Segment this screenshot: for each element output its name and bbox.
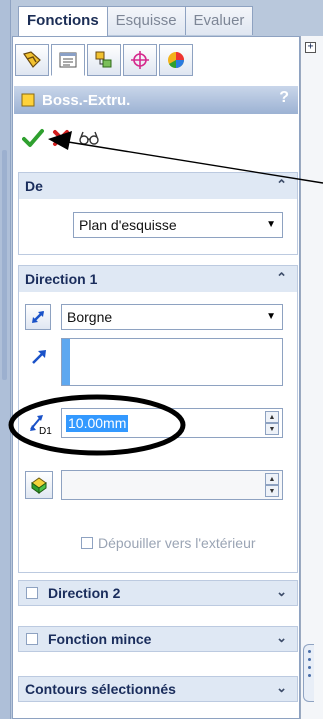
group-direction1-body: Borgne ▼ D1 10.00mm ▲ ▼ ▲ ▼ Dépouiller v… bbox=[19, 292, 297, 572]
group-direction2-title: Direction 2 bbox=[48, 585, 121, 601]
direction-selection-box[interactable] bbox=[61, 338, 283, 386]
depth-icon: D1 bbox=[27, 409, 55, 439]
group-direction1-header[interactable]: Direction 1 ⌃ bbox=[19, 266, 297, 292]
boss-extrude-icon bbox=[21, 93, 35, 107]
display-manager-icon bbox=[168, 52, 184, 69]
tab-evaluer[interactable]: Evaluer bbox=[184, 6, 254, 35]
expand-chevron-icon[interactable]: ⌄ bbox=[276, 584, 287, 600]
feature-manager-tab[interactable] bbox=[15, 44, 49, 76]
feature-manager-icon bbox=[23, 51, 41, 68]
ok-check-icon[interactable] bbox=[22, 128, 44, 148]
draft-toggle-button[interactable] bbox=[25, 471, 53, 499]
feature-title-bar: Boss.-Extru. ? bbox=[14, 86, 298, 114]
graphics-area-edge: + bbox=[300, 36, 323, 719]
draft-outward-label: Dépouiller vers l'extérieur bbox=[98, 535, 256, 551]
group-from-title: De bbox=[25, 178, 43, 194]
end-condition-value: Borgne bbox=[67, 309, 113, 325]
confirm-row bbox=[22, 128, 100, 148]
cancel-x-icon[interactable] bbox=[52, 129, 70, 147]
draft-spin-up[interactable]: ▲ bbox=[265, 473, 279, 485]
tab-esquisse[interactable]: Esquisse bbox=[106, 6, 186, 35]
property-manager-icon bbox=[59, 52, 77, 68]
reverse-direction-button[interactable] bbox=[25, 304, 51, 330]
expand-chevron-icon[interactable]: ⌄ bbox=[276, 680, 287, 696]
dropdown-arrow-icon: ▼ bbox=[266, 219, 276, 230]
group-direction2[interactable]: Direction 2 ⌄ bbox=[18, 580, 298, 606]
display-manager-tab[interactable] bbox=[159, 44, 193, 76]
left-scroll-strip[interactable] bbox=[0, 0, 11, 719]
feature-title: Boss.-Extru. bbox=[42, 91, 131, 109]
dimxpert-icon bbox=[131, 51, 149, 69]
collapse-chevron-icon[interactable]: ⌃ bbox=[276, 177, 287, 193]
thin-feature-checkbox[interactable] bbox=[26, 633, 38, 645]
end-condition-select[interactable]: Borgne ▼ bbox=[61, 304, 283, 330]
depth-input[interactable]: 10.00mm ▲ ▼ bbox=[61, 408, 283, 438]
property-manager-tab[interactable] bbox=[51, 44, 85, 76]
draft-spin-down[interactable]: ▼ bbox=[265, 485, 279, 497]
group-direction1: Direction 1 ⌃ Borgne ▼ D1 10.00mm ▲ ▼ ▲ … bbox=[18, 265, 298, 573]
configuration-manager-icon bbox=[95, 51, 112, 68]
from-select-value: Plan d'esquisse bbox=[79, 217, 177, 233]
draft-icon bbox=[31, 477, 47, 494]
manager-tabs bbox=[15, 44, 193, 76]
left-strip-thumb[interactable] bbox=[2, 150, 7, 380]
panel-splitter-grip[interactable] bbox=[303, 644, 314, 702]
reverse-direction-icon bbox=[32, 311, 44, 323]
depth-spin-up[interactable]: ▲ bbox=[265, 411, 279, 423]
tab-fonctions[interactable]: Fonctions bbox=[18, 6, 108, 36]
selection-highlight-bar bbox=[62, 339, 70, 385]
dimxpert-tab[interactable] bbox=[123, 44, 157, 76]
depth-value: 10.00mm bbox=[66, 415, 129, 432]
group-from: De ⌃ Plan d'esquisse ▼ bbox=[18, 172, 298, 255]
direction-arrow-icon bbox=[32, 350, 46, 364]
group-selected-contours-title: Contours sélectionnés bbox=[25, 681, 176, 697]
expand-tree-button[interactable]: + bbox=[305, 42, 316, 53]
depth-spin-down[interactable]: ▼ bbox=[265, 423, 279, 435]
depth-label: D1 bbox=[39, 426, 52, 437]
group-from-body: Plan d'esquisse ▼ bbox=[19, 199, 297, 254]
group-from-header[interactable]: De ⌃ bbox=[19, 173, 297, 199]
expand-chevron-icon[interactable]: ⌄ bbox=[276, 630, 287, 646]
group-thin-feature-title: Fonction mince bbox=[48, 631, 152, 647]
draft-outward-checkbox[interactable] bbox=[81, 537, 93, 549]
group-selected-contours[interactable]: Contours sélectionnés ⌄ bbox=[18, 676, 298, 702]
command-tabs: Fonctions Esquisse Evaluer bbox=[18, 6, 318, 36]
preview-glasses-icon[interactable] bbox=[78, 129, 100, 147]
configuration-manager-tab[interactable] bbox=[87, 44, 121, 76]
from-select[interactable]: Plan d'esquisse ▼ bbox=[73, 212, 283, 238]
draft-outward-option[interactable]: Dépouiller vers l'extérieur bbox=[81, 535, 256, 551]
help-button[interactable]: ? bbox=[279, 89, 289, 107]
group-direction1-title: Direction 1 bbox=[25, 271, 98, 287]
group-thin-feature[interactable]: Fonction mince ⌄ bbox=[18, 626, 298, 652]
direction2-checkbox[interactable] bbox=[26, 587, 38, 599]
collapse-chevron-icon[interactable]: ⌃ bbox=[276, 270, 287, 286]
draft-angle-input[interactable]: ▲ ▼ bbox=[61, 470, 283, 500]
dropdown-arrow-icon: ▼ bbox=[266, 311, 276, 322]
